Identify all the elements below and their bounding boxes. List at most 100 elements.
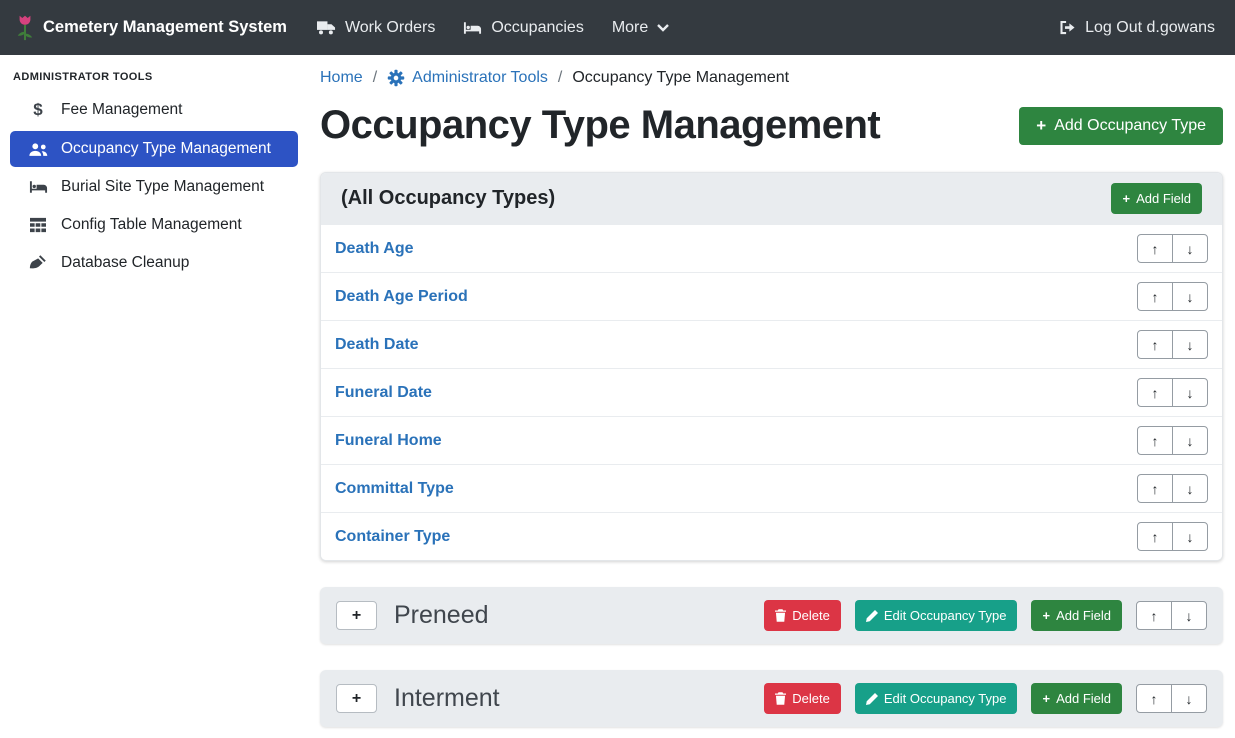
page-title: Occupancy Type Management (320, 103, 880, 148)
truck-icon (317, 21, 336, 35)
arrow-down-icon (1186, 691, 1193, 707)
move-up-button[interactable] (1136, 684, 1172, 713)
breadcrumb-home-link[interactable]: Home (320, 69, 363, 87)
sidebar-item-label: Burial Site Type Management (61, 178, 264, 196)
delete-button[interactable]: Delete (764, 600, 841, 631)
move-up-button[interactable] (1137, 522, 1173, 551)
sidebar-item-fee-management[interactable]: Fee Management (10, 91, 298, 129)
field-row: Death Date (321, 320, 1222, 368)
add-field-button[interactable]: Add Field (1031, 683, 1122, 714)
chevron-down-icon (657, 24, 669, 32)
move-down-button[interactable] (1172, 378, 1208, 407)
arrow-down-icon (1187, 433, 1194, 449)
arrow-up-icon (1152, 481, 1159, 497)
gear-icon (387, 69, 405, 87)
top-navbar: Cemetery Management System Work Orders O… (0, 0, 1235, 55)
breadcrumb-administrator-tools-link[interactable]: Administrator Tools (387, 69, 548, 87)
move-down-button[interactable] (1172, 426, 1208, 455)
field-row: Committal Type (321, 464, 1222, 512)
bed-icon (463, 21, 482, 35)
all-occupancy-types-header: (All Occupancy Types) Add Field (321, 173, 1222, 224)
arrow-down-icon (1187, 529, 1194, 545)
arrow-down-icon (1187, 481, 1194, 497)
arrow-up-icon (1152, 385, 1159, 401)
breadcrumb: Home / Administr (320, 69, 1223, 87)
brand[interactable]: Cemetery Management System (16, 14, 287, 41)
nav-item-work-orders[interactable]: Work Orders (317, 19, 435, 37)
occupancy-type-section-interment: Interment Delete Edi (320, 670, 1223, 727)
expand-button[interactable] (336, 684, 377, 713)
move-down-button[interactable] (1172, 234, 1208, 263)
section-title: Interment (394, 684, 500, 713)
move-down-button[interactable] (1172, 330, 1208, 359)
sidebar-item-burial-site-type-management[interactable]: Burial Site Type Management (10, 169, 298, 205)
arrow-up-icon (1152, 289, 1159, 305)
field-link[interactable]: Funeral Home (335, 432, 442, 450)
field-row: Funeral Date (321, 368, 1222, 416)
field-row: Container Type (321, 512, 1222, 560)
sidebar: Administrator Tools Fee Management Occup… (0, 55, 308, 738)
move-up-button[interactable] (1137, 330, 1173, 359)
move-up-button[interactable] (1136, 601, 1172, 630)
move-down-button[interactable] (1172, 474, 1208, 503)
move-down-button[interactable] (1171, 601, 1207, 630)
plus-icon (1042, 608, 1050, 623)
card-title: (All Occupancy Types) (341, 187, 555, 210)
plus-icon (1042, 691, 1050, 706)
sidebar-item-label: Occupancy Type Management (61, 140, 271, 158)
pencil-icon (866, 610, 878, 622)
field-link[interactable]: Death Age Period (335, 288, 468, 306)
sidebar-item-occupancy-type-management[interactable]: Occupancy Type Management (10, 131, 298, 167)
section-title: Preneed (394, 601, 489, 630)
edit-occupancy-type-button[interactable]: Edit Occupancy Type (855, 600, 1018, 631)
logout-label: Log Out d.gowans (1085, 19, 1215, 37)
sidebar-item-config-table-management[interactable]: Config Table Management (10, 207, 298, 243)
field-link[interactable]: Funeral Date (335, 384, 432, 402)
move-up-button[interactable] (1137, 378, 1173, 407)
nav-item-more[interactable]: More (612, 19, 669, 37)
reorder-button-group (1137, 378, 1208, 407)
arrow-up-icon (1152, 529, 1159, 545)
sidebar-item-database-cleanup[interactable]: Database Cleanup (10, 245, 298, 281)
occupancy-type-section-preneed: Preneed Delete Edit (320, 587, 1223, 644)
field-row: Death Age Period (321, 272, 1222, 320)
breadcrumb-separator: / (558, 69, 562, 87)
dollar-icon (27, 100, 49, 120)
reorder-button-group (1137, 474, 1208, 503)
reorder-button-group (1137, 522, 1208, 551)
move-up-button[interactable] (1137, 474, 1173, 503)
section-actions: Delete Edit Occupancy Type Add Field (764, 600, 1207, 631)
add-field-button[interactable]: Add Field (1111, 183, 1202, 214)
plus-icon (352, 690, 361, 708)
arrow-down-icon (1186, 608, 1193, 624)
logout-button[interactable]: Log Out d.gowans (1059, 19, 1215, 37)
trash-icon (775, 692, 786, 705)
sidebar-item-label: Config Table Management (61, 216, 242, 234)
move-up-button[interactable] (1137, 426, 1173, 455)
pencil-icon (866, 693, 878, 705)
move-up-button[interactable] (1137, 234, 1173, 263)
field-link[interactable]: Committal Type (335, 480, 454, 498)
field-link[interactable]: Container Type (335, 528, 450, 546)
arrow-up-icon (1151, 608, 1158, 624)
delete-button[interactable]: Delete (764, 683, 841, 714)
table-icon (27, 217, 49, 233)
move-up-button[interactable] (1137, 282, 1173, 311)
arrow-up-icon (1151, 691, 1158, 707)
add-occupancy-type-button[interactable]: Add Occupancy Type (1019, 107, 1223, 145)
field-link[interactable]: Death Date (335, 336, 419, 354)
move-down-button[interactable] (1171, 684, 1207, 713)
expand-button[interactable] (336, 601, 377, 630)
trash-icon (775, 609, 786, 622)
field-link[interactable]: Death Age (335, 240, 414, 258)
main-content: Home / Administr (308, 55, 1235, 738)
arrow-down-icon (1187, 337, 1194, 353)
move-down-button[interactable] (1172, 522, 1208, 551)
arrow-up-icon (1152, 433, 1159, 449)
add-field-button[interactable]: Add Field (1031, 600, 1122, 631)
edit-occupancy-type-button[interactable]: Edit Occupancy Type (855, 683, 1018, 714)
move-down-button[interactable] (1172, 282, 1208, 311)
broom-icon (27, 254, 49, 272)
nav-item-occupancies[interactable]: Occupancies (463, 19, 584, 37)
arrow-down-icon (1187, 289, 1194, 305)
